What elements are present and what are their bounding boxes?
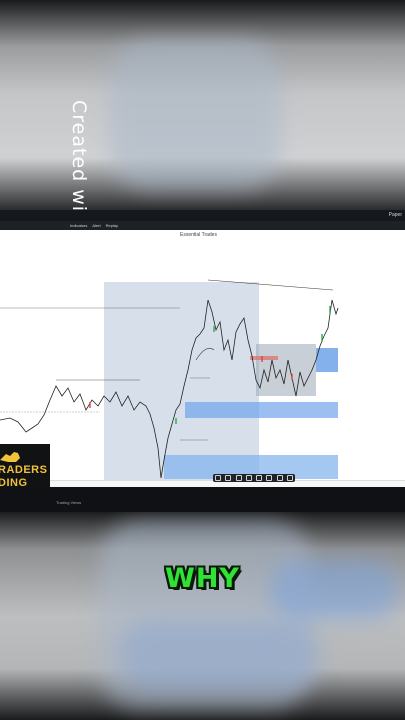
brand-logo: RADERS DING	[0, 444, 50, 489]
tool-icon	[266, 475, 273, 481]
brand-line-1: RADERS	[0, 464, 48, 476]
tool-icon	[276, 475, 283, 481]
tool-icon	[245, 475, 252, 481]
order-block-red	[250, 356, 278, 360]
bull-icon	[0, 452, 20, 462]
subtitle-caption: WHY	[165, 563, 240, 594]
brand-line-2: DING	[0, 477, 28, 489]
blur-zone	[120, 620, 320, 690]
blur-zone	[110, 40, 280, 190]
status-text: Trading Views	[56, 500, 82, 505]
trading-chart-panel: Paper Indicators Alert Replay Essential …	[0, 210, 405, 512]
tool-icon	[235, 475, 242, 481]
demand-zone	[316, 348, 338, 372]
drawing-toolbar[interactable]	[213, 474, 295, 482]
tool-icon	[256, 475, 263, 481]
range-zone	[104, 282, 259, 480]
tool-icon	[225, 475, 232, 481]
tool-icon	[215, 475, 222, 481]
fvg-zone	[185, 402, 338, 418]
tool-icon	[286, 475, 293, 481]
price-chart[interactable]	[0, 210, 405, 512]
